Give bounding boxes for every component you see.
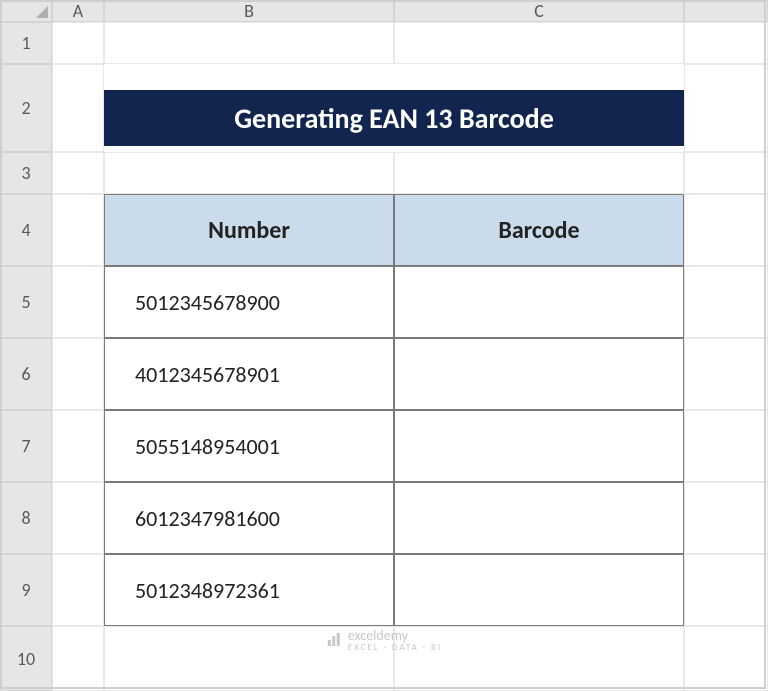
cell-B3[interactable] — [104, 152, 394, 194]
col-header-D[interactable] — [684, 0, 768, 22]
table-header-number[interactable]: Number — [104, 194, 394, 266]
cell-A3[interactable] — [52, 152, 104, 194]
row-header-3[interactable]: 3 — [0, 152, 52, 194]
row-header-7[interactable]: 7 — [0, 410, 52, 482]
cell-B1[interactable] — [104, 22, 394, 64]
col-header-B[interactable]: B — [104, 0, 394, 22]
spreadsheet-grid: A B C 1 2 Generating EAN 13 Barcode 3 4 … — [0, 0, 768, 691]
cell-A5[interactable] — [52, 266, 104, 338]
cell-D9[interactable] — [684, 554, 768, 626]
cell-A9[interactable] — [52, 554, 104, 626]
cell-C10[interactable] — [394, 626, 684, 691]
row-header-4[interactable]: 4 — [0, 194, 52, 266]
table-row[interactable] — [394, 266, 684, 338]
table-row[interactable]: 5012345678900 — [104, 266, 394, 338]
table-row[interactable] — [394, 554, 684, 626]
cell-A7[interactable] — [52, 410, 104, 482]
select-all-corner[interactable] — [0, 0, 52, 22]
row-header-1[interactable]: 1 — [0, 22, 52, 64]
table-row[interactable]: 5012348972361 — [104, 554, 394, 626]
cell-D7[interactable] — [684, 410, 768, 482]
title-banner: Generating EAN 13 Barcode — [104, 90, 684, 146]
cell-A8[interactable] — [52, 482, 104, 554]
title-merged-cell[interactable]: Generating EAN 13 Barcode — [104, 64, 684, 152]
row-header-10[interactable]: 10 — [0, 626, 52, 691]
cell-A4[interactable] — [52, 194, 104, 266]
table-row[interactable]: 4012345678901 — [104, 338, 394, 410]
row-header-6[interactable]: 6 — [0, 338, 52, 410]
cell-D6[interactable] — [684, 338, 768, 410]
cell-A10[interactable] — [52, 626, 104, 691]
table-row[interactable] — [394, 482, 684, 554]
table-row[interactable] — [394, 338, 684, 410]
cell-D2[interactable] — [684, 64, 768, 152]
table-header-barcode[interactable]: Barcode — [394, 194, 684, 266]
cell-D4[interactable] — [684, 194, 768, 266]
cell-B10[interactable] — [104, 626, 394, 691]
cell-C1[interactable] — [394, 22, 684, 64]
cell-C3[interactable] — [394, 152, 684, 194]
col-header-C[interactable]: C — [394, 0, 684, 22]
table-row[interactable]: 6012347981600 — [104, 482, 394, 554]
row-header-2[interactable]: 2 — [0, 64, 52, 152]
table-row[interactable] — [394, 410, 684, 482]
table-row[interactable]: 5055148954001 — [104, 410, 394, 482]
cell-A6[interactable] — [52, 338, 104, 410]
col-header-A[interactable]: A — [52, 0, 104, 22]
cell-A2[interactable] — [52, 64, 104, 152]
cell-A1[interactable] — [52, 22, 104, 64]
cell-D8[interactable] — [684, 482, 768, 554]
cell-D1[interactable] — [684, 22, 768, 64]
cell-D5[interactable] — [684, 266, 768, 338]
row-header-5[interactable]: 5 — [0, 266, 52, 338]
row-header-8[interactable]: 8 — [0, 482, 52, 554]
row-header-9[interactable]: 9 — [0, 554, 52, 626]
cell-D10[interactable] — [684, 626, 768, 691]
cell-D3[interactable] — [684, 152, 768, 194]
